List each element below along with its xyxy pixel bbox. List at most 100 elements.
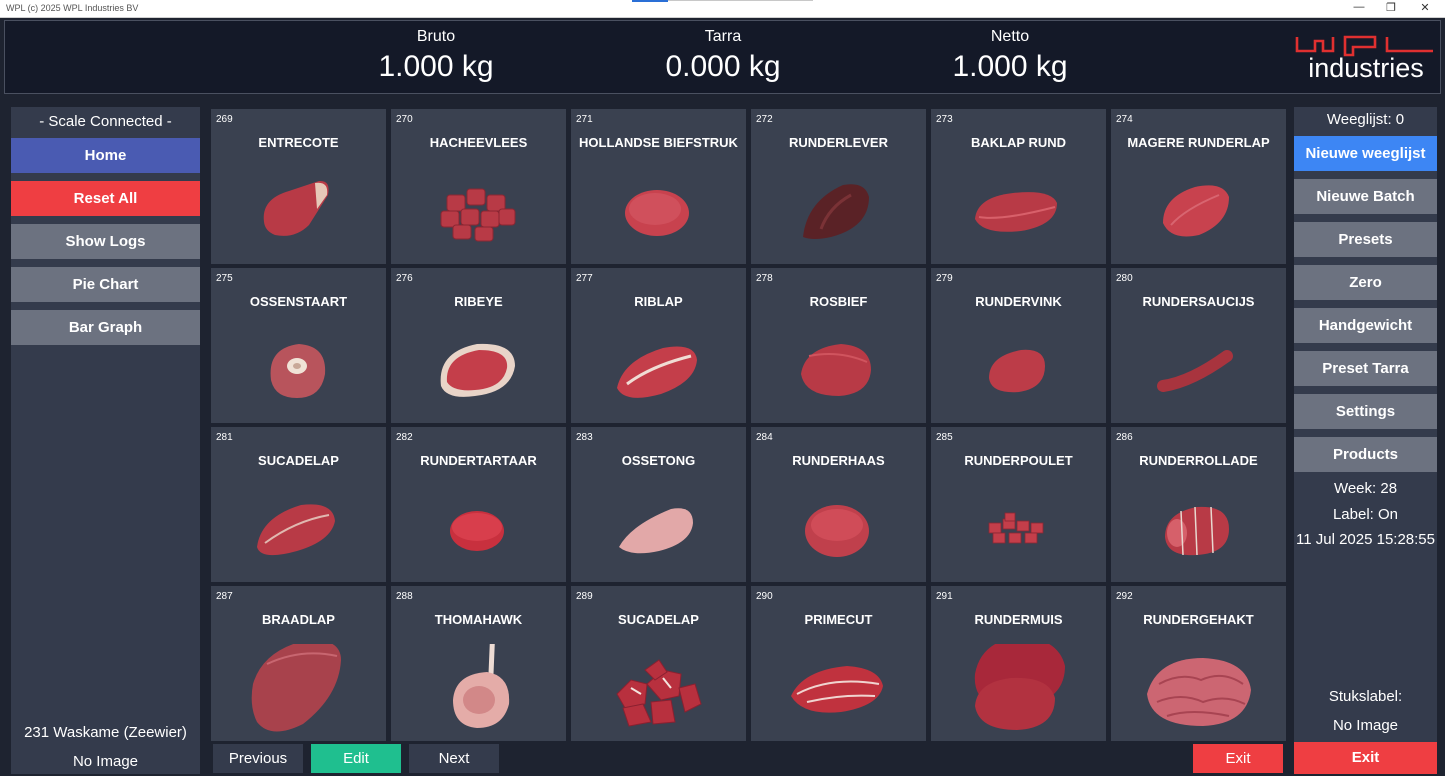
product-name: RIBLAP <box>634 294 683 309</box>
product-name: OSSETONG <box>621 453 696 468</box>
product-tile[interactable]: 288 THOMAHAWK <box>391 586 566 741</box>
product-name: MAGERE RUNDERLAP <box>1127 135 1270 150</box>
product-number: 285 <box>936 432 953 443</box>
exit-button-pager[interactable]: Exit <box>1193 744 1283 773</box>
right-sidebar: Weeglijst: 0 Nieuwe weeglijst Nieuwe Bat… <box>1294 107 1437 774</box>
product-name: HOLLANDSE BIEFSTRUK <box>579 135 738 150</box>
product-number: 284 <box>756 432 773 443</box>
product-name: RUNDERHAAS <box>792 453 885 468</box>
label-status: Label: On <box>1332 506 1399 523</box>
product-name: ENTRECOTE <box>258 135 339 150</box>
product-tile[interactable]: 285 RUNDERPOULET <box>931 427 1106 582</box>
product-number: 274 <box>1116 114 1133 125</box>
product-tile[interactable]: 279 RUNDERVINK <box>931 268 1106 423</box>
bruto-label: Bruto <box>416 28 456 45</box>
pie-chart-button[interactable]: Pie Chart <box>11 267 200 302</box>
product-name: SUCADELAP <box>618 612 699 627</box>
rundertartaar-image <box>450 511 504 551</box>
product-tile[interactable]: 273 BAKLAP RUND <box>931 109 1106 264</box>
runderrollade-image <box>1165 506 1229 556</box>
primecut-image <box>791 666 883 713</box>
product-number: 275 <box>216 273 233 284</box>
product-name: BAKLAP RUND <box>970 135 1067 150</box>
next-button[interactable]: Next <box>409 744 499 773</box>
product-number: 269 <box>216 114 233 125</box>
product-number: 276 <box>396 273 413 284</box>
reset-all-button[interactable]: Reset All <box>11 181 200 216</box>
product-number: 277 <box>576 273 593 284</box>
product-image-status: No Image <box>72 753 139 770</box>
product-tile[interactable]: 271 HOLLANDSE BIEFSTRUK <box>571 109 746 264</box>
product-name: ROSBIEF <box>809 294 868 309</box>
product-number: 279 <box>936 273 953 284</box>
product-tile[interactable]: 286 RUNDERROLLADE <box>1111 427 1286 582</box>
bruto-display: Bruto 1.000 kg <box>336 27 536 85</box>
restore-icon[interactable]: ❐ <box>1376 1 1406 14</box>
minimize-icon[interactable]: — <box>1344 1 1374 13</box>
product-tile[interactable]: 284 RUNDERHAAS <box>751 427 926 582</box>
presets-button[interactable]: Presets <box>1294 222 1437 257</box>
product-tile[interactable]: 287 BRAADLAP <box>211 586 386 741</box>
current-product: 231 Waskame (Zeewier) <box>24 724 187 741</box>
product-tile[interactable]: 275 OSSENSTAART <box>211 268 386 423</box>
previous-button[interactable]: Previous <box>213 744 303 773</box>
product-tile[interactable]: 278 ROSBIEF <box>751 268 926 423</box>
zero-button[interactable]: Zero <box>1294 265 1437 300</box>
thomahawk-image <box>453 644 510 728</box>
preset-tarra-button[interactable]: Preset Tarra <box>1294 351 1437 386</box>
settings-button[interactable]: Settings <box>1294 394 1437 429</box>
product-tile[interactable]: 282 RUNDERTARTAAR <box>391 427 566 582</box>
exit-button[interactable]: Exit <box>1294 742 1437 774</box>
product-name: RUNDERGEHAKT <box>1143 612 1254 627</box>
title-indicator <box>632 0 668 2</box>
tarra-display: Tarra 0.000 kg <box>623 27 823 85</box>
product-tile[interactable]: 281 SUCADELAP <box>211 427 386 582</box>
product-tile[interactable]: 277 RIBLAP <box>571 268 746 423</box>
bruto-value: 1.000 kg <box>378 50 494 83</box>
close-icon[interactable]: ✕ <box>1410 1 1440 14</box>
product-tile[interactable]: 274 MAGERE RUNDERLAP <box>1111 109 1286 264</box>
product-tile[interactable]: 272 RUNDERLEVER <box>751 109 926 264</box>
product-number: 292 <box>1116 591 1133 602</box>
bar-graph-button[interactable]: Bar Graph <box>11 310 200 345</box>
show-logs-button[interactable]: Show Logs <box>11 224 200 259</box>
home-button[interactable]: Home <box>11 138 200 173</box>
magere-runderlap-image <box>1163 185 1229 237</box>
product-tile[interactable]: 280 RUNDERSAUCIJS <box>1111 268 1286 423</box>
nieuwe-batch-button[interactable]: Nieuwe Batch <box>1294 179 1437 214</box>
product-name: SUCADELAP <box>258 453 339 468</box>
edit-button[interactable]: Edit <box>311 744 401 773</box>
title-bar: WPL (c) 2025 WPL Industries BV — ❐ ✕ <box>0 0 1445 18</box>
product-tile[interactable]: 290 PRIMECUT <box>751 586 926 741</box>
product-number: 289 <box>576 591 593 602</box>
product-tile[interactable]: 291 RUNDERMUIS <box>931 586 1106 741</box>
nieuwe-weeglijst-button[interactable]: Nieuwe weeglijst <box>1294 136 1437 171</box>
products-button[interactable]: Products <box>1294 437 1437 472</box>
product-tile[interactable]: 270 HACHEEVLEES <box>391 109 566 264</box>
handgewicht-button[interactable]: Handgewicht <box>1294 308 1437 343</box>
product-name: RIBEYE <box>454 294 503 309</box>
product-number: 281 <box>216 432 233 443</box>
rundermuis-image <box>974 644 1065 730</box>
product-tile[interactable]: 283 OSSETONG <box>571 427 746 582</box>
ossenstaart-image <box>270 344 326 398</box>
scale-status: - Scale Connected - <box>39 113 172 130</box>
product-tile[interactable]: 276 RIBEYE <box>391 268 566 423</box>
product-name: THOMAHAWK <box>434 612 523 627</box>
logo-text: industries <box>1308 53 1424 83</box>
weeglijst-count: Weeglijst: 0 <box>1326 111 1405 128</box>
product-tile[interactable]: 292 RUNDERGEHAKT <box>1111 586 1286 741</box>
ossetong-image <box>619 508 693 554</box>
product-name: PRIMECUT <box>804 612 873 627</box>
rundervink-image <box>989 349 1045 393</box>
weight-header: Bruto 1.000 kg Tarra 0.000 kg Netto 1.00… <box>4 20 1441 94</box>
netto-label: Netto <box>990 28 1030 45</box>
runderpoulet-image <box>988 512 1044 544</box>
product-tile[interactable]: 289 SUCADELAP <box>571 586 746 741</box>
product-tile[interactable]: 269 ENTRECOTE <box>211 109 386 264</box>
product-number: 291 <box>936 591 953 602</box>
product-number: 286 <box>1116 432 1133 443</box>
hacheevlees-image <box>440 188 516 242</box>
product-number: 282 <box>396 432 413 443</box>
product-name: RUNDERSAUCIJS <box>1142 294 1255 309</box>
